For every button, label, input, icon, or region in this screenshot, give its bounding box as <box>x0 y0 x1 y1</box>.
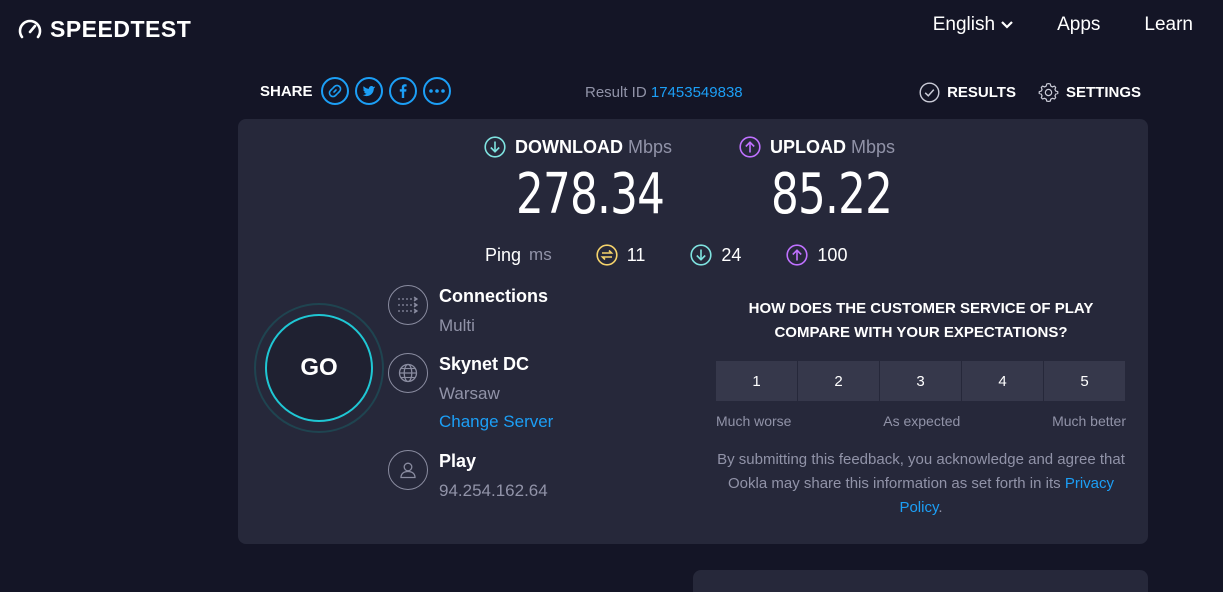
settings-button[interactable]: SETTINGS <box>1038 82 1141 103</box>
ping-upload[interactable]: 100 <box>786 244 847 266</box>
settings-label: SETTINGS <box>1065 84 1141 101</box>
share-row: SHARE <box>260 77 451 105</box>
ping-idle-value: 11 <box>626 244 646 265</box>
rating-3-button[interactable]: 3 <box>880 361 961 401</box>
connections-icon <box>388 285 428 325</box>
disclaimer-text: By submitting this feedback, you acknowl… <box>717 451 1125 492</box>
result-id-label: Result ID <box>585 84 647 101</box>
twitter-icon <box>362 86 375 97</box>
idle-latency-icon <box>596 244 618 266</box>
server-location: Warsaw <box>439 384 500 403</box>
logo-text: SPEEDTEST <box>50 16 192 42</box>
provider-title: Play <box>439 451 477 471</box>
download-arrow-icon <box>484 136 506 158</box>
connections-info: Connections Multi <box>388 285 548 336</box>
provider-info: Play 94.254.162.64 <box>388 450 548 501</box>
ping-upload-value: 100 <box>817 244 848 265</box>
share-twitter-button[interactable] <box>354 77 383 105</box>
share-link-button[interactable] <box>320 77 349 105</box>
chevron-down-icon <box>1001 21 1013 29</box>
scale-mid-label: As expected <box>883 413 961 429</box>
nav-apps-label: Apps <box>1057 14 1101 35</box>
upload-unit: Mbps <box>851 136 896 157</box>
upload-metric: UPLOAD Mbps 85.22 <box>739 136 926 227</box>
connections-value: Multi <box>439 316 475 335</box>
connections-title: Connections <box>439 286 549 306</box>
check-circle-icon <box>919 82 940 103</box>
download-value: 278.34 <box>516 162 665 227</box>
nav-apps[interactable]: Apps <box>1057 14 1100 36</box>
results-button[interactable]: RESULTS <box>919 82 1016 103</box>
rating-2-button[interactable]: 2 <box>798 361 879 401</box>
nav-learn-label: Learn <box>1144 14 1193 35</box>
upload-arrow-icon <box>739 136 761 158</box>
link-icon <box>328 84 341 98</box>
download-metric: DOWNLOAD Mbps 278.34 <box>484 136 706 227</box>
gear-icon <box>1038 82 1059 103</box>
upload-value: 85.22 <box>771 162 893 227</box>
rating-4-button[interactable]: 4 <box>962 361 1043 401</box>
share-label: SHARE <box>260 82 313 100</box>
secondary-card <box>693 570 1148 592</box>
server-title: Skynet DC <box>439 354 530 374</box>
more-icon <box>428 89 445 93</box>
change-server-link[interactable]: Change Server <box>439 412 553 432</box>
survey-question: HOW DOES THE CUSTOMER SERVICE OF PLAY CO… <box>748 300 1094 341</box>
ping-idle[interactable]: 11 <box>596 244 646 266</box>
speedtest-page: SPEEDTEST English Apps Learn SHARE Resul… <box>0 0 1223 592</box>
upload-label: UPLOAD <box>770 136 846 157</box>
download-latency-icon <box>690 244 712 266</box>
share-facebook-button[interactable] <box>388 77 417 105</box>
rating-scale: 1 2 3 4 5 <box>716 361 1125 401</box>
share-more-button[interactable] <box>422 77 451 105</box>
globe-icon <box>388 353 428 393</box>
result-tools: RESULTS SETTINGS <box>919 82 1141 103</box>
rating-5-button[interactable]: 5 <box>1044 361 1125 401</box>
speedtest-logo[interactable]: SPEEDTEST <box>17 16 191 43</box>
facebook-icon <box>399 84 407 98</box>
server-info: Skynet DC Warsaw Change Server <box>388 353 553 432</box>
disclaimer-end: . <box>938 499 943 516</box>
results-label: RESULTS <box>947 84 1016 101</box>
result-id-link[interactable]: 17453549838 <box>651 84 743 101</box>
result-card: DOWNLOAD Mbps 278.34 UPLOAD Mbps 85.22 P… <box>238 119 1148 544</box>
ping-unit: ms <box>529 245 552 264</box>
go-ring: GO <box>254 303 384 433</box>
scale-low-label: Much worse <box>716 413 792 429</box>
provider-ip: 94.254.162.64 <box>439 481 548 500</box>
download-unit: Mbps <box>627 136 672 157</box>
feedback-disclaimer: By submitting this feedback, you acknowl… <box>716 448 1126 520</box>
ping-download-value: 24 <box>721 244 742 265</box>
result-id: Result ID 17453549838 <box>585 84 743 101</box>
go-button[interactable]: GO <box>265 314 373 422</box>
language-label: English <box>932 14 996 35</box>
rating-scale-labels: Much worse As expected Much better <box>716 413 1126 429</box>
scale-high-label: Much better <box>1052 413 1126 429</box>
ping-download[interactable]: 24 <box>690 244 741 266</box>
ping-row: Ping ms 11 24 100 <box>485 244 892 266</box>
upload-latency-icon <box>786 244 809 266</box>
ping-label: Ping <box>485 244 522 265</box>
nav-learn[interactable]: Learn <box>1144 14 1193 36</box>
top-nav: English Apps Learn <box>933 14 1193 36</box>
language-selector[interactable]: English <box>933 14 1013 36</box>
user-icon <box>388 450 428 490</box>
rating-1-button[interactable]: 1 <box>716 361 797 401</box>
download-label: DOWNLOAD <box>515 136 623 157</box>
gauge-icon <box>18 19 42 38</box>
